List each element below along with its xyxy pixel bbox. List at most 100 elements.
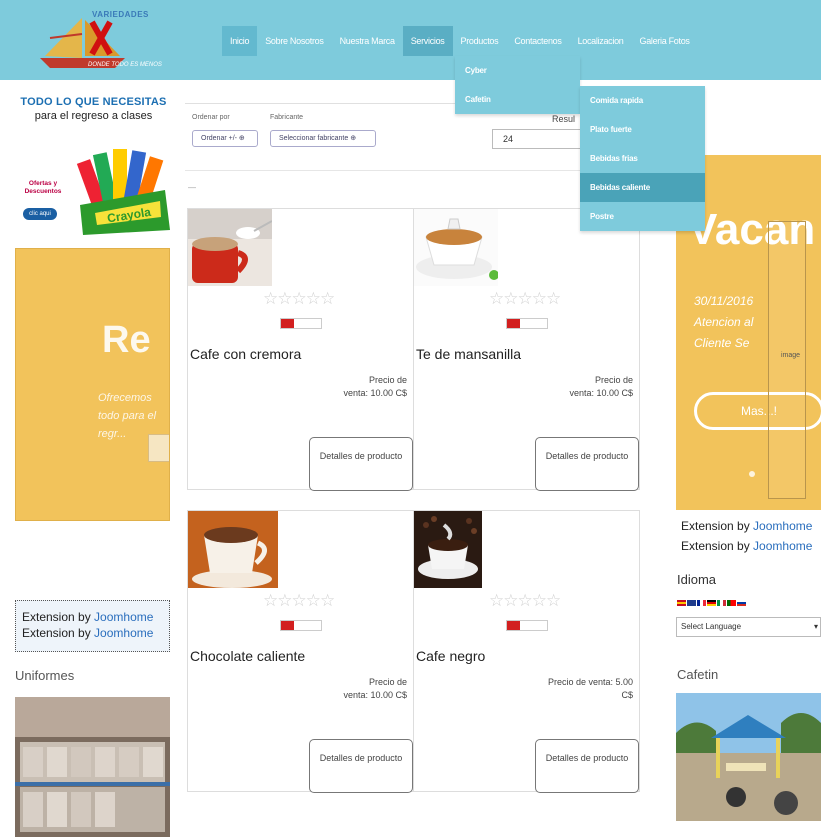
crayons-box-icon: Crayola [76, 149, 170, 235]
joomhome-link[interactable]: Joomhome [753, 539, 812, 553]
rating-bar [506, 318, 548, 329]
nav-contactenos[interactable]: Contactenos [506, 26, 569, 56]
manufacturer-button[interactable]: Seleccionar fabricante ⊕ [270, 130, 376, 147]
divider [185, 170, 635, 171]
portugal-flag-icon[interactable] [727, 600, 736, 606]
price-value: venta: 10.00 C$ [569, 388, 633, 398]
price-value: C$ [621, 690, 633, 700]
slider-line: Cliente Se [694, 336, 750, 350]
menu-item-bebidas-caliente[interactable]: Bebidas caliente [580, 173, 705, 202]
services-dropdown: Cyber Cafetin [455, 56, 580, 114]
site-header: VARIEDADES DONDE TODO ES MENOS Inicio So… [0, 0, 821, 80]
price-label: Precio de [368, 375, 407, 385]
rating-stars: ☆☆☆☆☆ [489, 591, 561, 610]
germany-flag-icon[interactable] [707, 600, 716, 606]
rating-bar [280, 318, 322, 329]
extension-prefix: Extension by [22, 610, 95, 624]
pagination-dash: — [188, 183, 196, 192]
menu-item-comida-rapida[interactable]: Comida rapida [580, 86, 705, 115]
spain-flag-icon[interactable] [677, 600, 686, 606]
menu-item-bebidas-frias[interactable]: Bebidas frias [580, 144, 705, 173]
uniforms-image[interactable] [15, 697, 170, 837]
order-by-button[interactable]: Ordenar +/- ⊕ [192, 130, 258, 147]
language-select-value: Select Language [681, 622, 742, 631]
nav-galeria-fotos[interactable]: Galeria Fotos [632, 26, 698, 56]
product-name[interactable]: Cafe negro [416, 648, 485, 664]
extension-prefix: Extension by [681, 539, 754, 553]
extension-line: Extension by Joomhome [681, 536, 812, 556]
logo-title: VARIEDADES [92, 10, 149, 19]
language-flags [677, 600, 746, 606]
hot-chocolate-photo-icon [188, 511, 278, 588]
product-price: Precio de venta: 5.00 C$ [503, 676, 633, 702]
product-price: Precio de venta: 10.00 C$ [307, 374, 407, 400]
product-name[interactable]: Cafe con cremora [190, 346, 301, 362]
rating-stars: ☆☆☆☆☆ [263, 289, 335, 308]
left-slider-thumbnail [148, 434, 169, 462]
nav-inicio[interactable]: Inicio [222, 26, 258, 56]
nav-productos[interactable]: Productos [453, 26, 507, 56]
extension-credits-left: Extension by Joomhome Extension by Joomh… [15, 600, 170, 652]
site-logo[interactable]: VARIEDADES DONDE TODO ES MENOS [30, 8, 200, 76]
product-name[interactable]: Chocolate caliente [190, 648, 305, 664]
product-details-button[interactable]: Detalles de producto [535, 437, 639, 491]
coffee-cream-photo-icon [188, 209, 272, 286]
cafetin-title: Cafetin [677, 667, 719, 682]
product-image[interactable] [188, 511, 278, 588]
joomhome-link[interactable]: Joomhome [94, 610, 153, 624]
image-label: image [781, 352, 801, 359]
russia-flag-icon[interactable] [737, 600, 746, 606]
promo-click-button[interactable]: clic aqui [23, 208, 57, 220]
product-image[interactable] [188, 209, 272, 286]
nav-sobre-nosotros[interactable]: Sobre Nosotros [257, 26, 331, 56]
left-slider[interactable]: Re Ofrecemos todo para el regr... [15, 248, 170, 521]
extension-prefix: Extension by [681, 519, 754, 533]
rating-bar [506, 620, 548, 631]
product-details-button[interactable]: Detalles de producto [309, 739, 413, 793]
product-details-button[interactable]: Detalles de producto [309, 437, 413, 491]
black-coffee-photo-icon [414, 511, 482, 588]
product-details-button[interactable]: Detalles de producto [535, 739, 639, 793]
product-name[interactable]: Te de mansanilla [416, 346, 521, 362]
uniforms-title: Uniformes [15, 668, 75, 683]
back-to-school-banner[interactable]: TODO LO QUE NECESITAS para el regreso a … [15, 90, 172, 238]
menu-item-postre[interactable]: Postre [580, 202, 705, 231]
main-nav: Inicio Sobre Nosotros Nuestra Marca Serv… [222, 26, 698, 56]
slider-dot[interactable] [749, 471, 755, 477]
results-label: Resul [552, 114, 576, 124]
nav-servicios[interactable]: Servicios [402, 26, 453, 56]
uk-flag-icon[interactable] [687, 600, 696, 606]
cafetin-image[interactable] [676, 693, 821, 821]
results-per-page-select[interactable]: 24 [492, 129, 582, 149]
rating-stars: ☆☆☆☆☆ [489, 289, 561, 308]
nav-nuestra-marca[interactable]: Nuestra Marca [332, 26, 403, 56]
menu-item-cafetin[interactable]: Cafetin [455, 85, 580, 114]
order-by-label: Ordenar por [192, 114, 230, 121]
product-image[interactable] [414, 209, 498, 286]
joomhome-link[interactable]: Joomhome [94, 626, 153, 640]
price-value: venta: 10.00 C$ [343, 388, 407, 398]
product-image[interactable] [414, 511, 482, 588]
extension-credits-right: Extension by Joomhome Extension by Joomh… [681, 516, 812, 556]
product-card: ☆☆☆☆☆ Cafe con cremora Precio de venta: 1… [187, 208, 414, 491]
slider-line: Atencion al [694, 315, 754, 329]
italy-flag-icon[interactable] [717, 600, 726, 606]
product-price: Precio de venta: 10.00 C$ [307, 676, 407, 702]
chamomile-tea-photo-icon [414, 209, 498, 286]
logo-tagline: DONDE TODO ES MENOS [88, 62, 162, 68]
language-select[interactable]: Select Language ▾ [676, 617, 821, 637]
promo-subheading: para el regreso a clases [34, 110, 153, 122]
cafetin-dropdown: Comida rapida Plato fuerte Bebidas frias… [580, 86, 705, 231]
manufacturer-label: Fabricante [270, 114, 304, 121]
rating-bar-fill [507, 319, 520, 328]
joomhome-link[interactable]: Joomhome [753, 519, 812, 533]
uniforms-photo-icon [15, 697, 170, 837]
cafetin-photo-icon [676, 693, 821, 821]
price-value: venta: 10.00 C$ [343, 690, 407, 700]
menu-item-cyber[interactable]: Cyber [455, 56, 580, 85]
rating-bar-fill [281, 319, 294, 328]
right-slider-text: 30/11/2016 Atencion al Cliente Se [694, 291, 753, 354]
menu-item-plato-fuerte[interactable]: Plato fuerte [580, 115, 705, 144]
france-flag-icon[interactable] [697, 600, 706, 606]
nav-localizacion[interactable]: Localizacion [570, 26, 632, 56]
